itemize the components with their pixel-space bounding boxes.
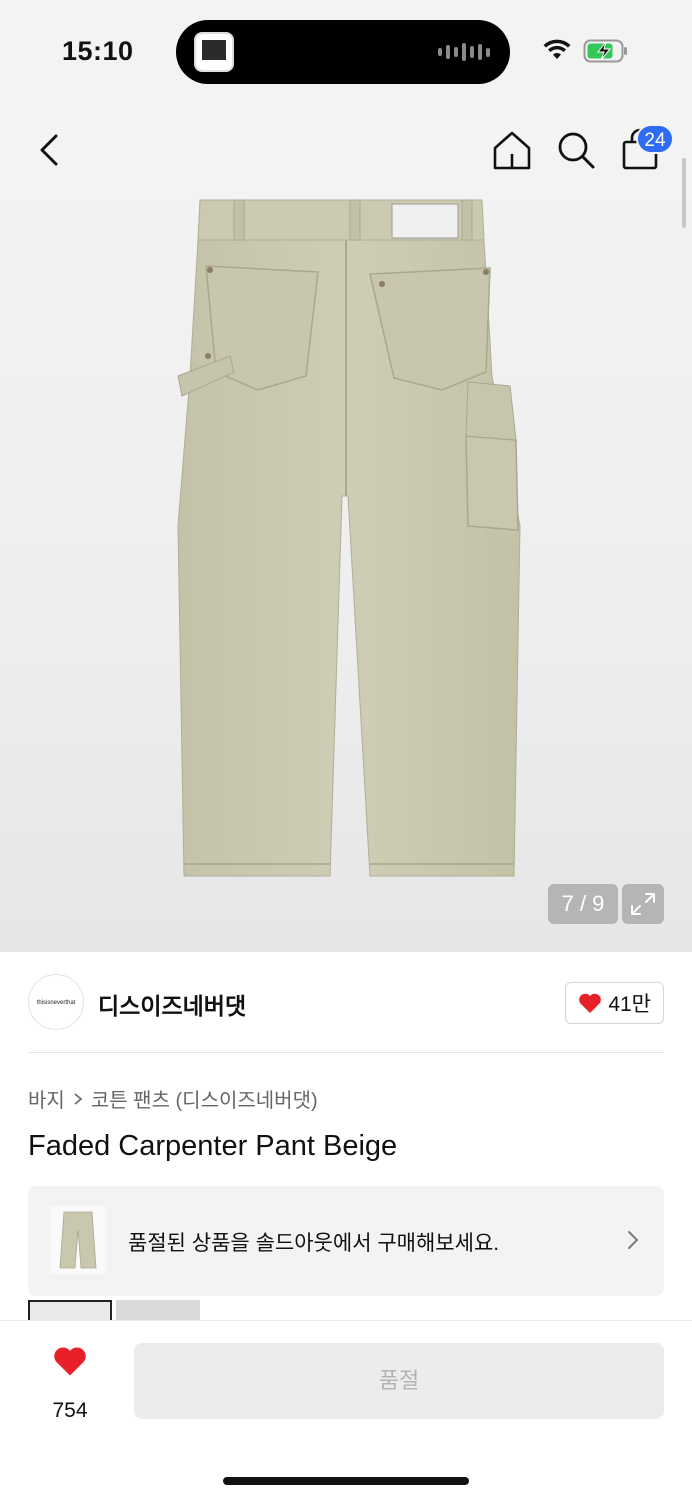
status-bar: 15:10 <box>0 0 692 100</box>
now-playing-thumbnail <box>194 32 234 72</box>
heart-icon <box>54 1347 86 1376</box>
battery-charging-icon <box>583 39 627 63</box>
like-count: 754 <box>52 1399 88 1422</box>
product-image-gallery[interactable]: 24 7 / 9 <box>0 100 692 952</box>
breadcrumb: 바지 코튼 팬츠 (디스이즈네버댓) <box>28 1084 318 1113</box>
expand-icon[interactable] <box>622 884 664 924</box>
product-title: Faded Carpenter Pant Beige <box>28 1130 398 1162</box>
heart-icon <box>579 993 602 1013</box>
search-icon[interactable] <box>554 128 598 172</box>
breadcrumb-category[interactable]: 바지 <box>28 1084 65 1113</box>
status-time: 15:10 <box>62 36 134 66</box>
bottom-action-bar: 754 품절 <box>0 1320 692 1500</box>
wifi-icon <box>543 39 571 59</box>
back-arrow-icon[interactable] <box>30 128 70 172</box>
brand-row[interactable]: thisisneverthat 디스이즈네버댓 41만 <box>28 974 664 1030</box>
like-button[interactable]: 754 <box>40 1345 100 1435</box>
product-image <box>177 199 521 877</box>
banner-product-thumbnail <box>50 1206 106 1274</box>
breadcrumb-subcategory[interactable]: 코튼 팬츠 (디스이즈네버댓) <box>91 1084 318 1113</box>
color-thumbnail-strip <box>28 1300 664 1320</box>
soldout-button[interactable]: 품절 <box>134 1343 664 1419</box>
brand-like-button[interactable]: 41만 <box>565 982 664 1024</box>
image-counter: 7 / 9 <box>548 884 618 924</box>
color-thumbnail-gray[interactable] <box>116 1300 200 1320</box>
chevron-right-icon <box>628 1231 639 1249</box>
chevron-right-icon <box>74 1092 83 1105</box>
home-icon[interactable] <box>490 128 534 172</box>
banner-text: 품절된 상품을 솔드아웃에서 구매해보세요. <box>128 1232 500 1255</box>
dynamic-island[interactable] <box>176 20 510 84</box>
brand-like-count: 41만 <box>608 993 651 1016</box>
color-thumbnail-beige[interactable] <box>28 1300 112 1320</box>
audio-wave-icon <box>438 42 490 62</box>
brand-name[interactable]: 디스이즈네버댓 <box>98 987 246 1021</box>
soldout-market-banner[interactable]: 품절된 상품을 솔드아웃에서 구매해보세요. <box>28 1186 664 1296</box>
home-indicator[interactable] <box>223 1477 469 1485</box>
cart-count-badge: 24 <box>636 124 674 154</box>
divider <box>28 1052 664 1053</box>
brand-logo[interactable]: thisisneverthat <box>28 974 84 1030</box>
scroll-indicator <box>682 158 686 228</box>
